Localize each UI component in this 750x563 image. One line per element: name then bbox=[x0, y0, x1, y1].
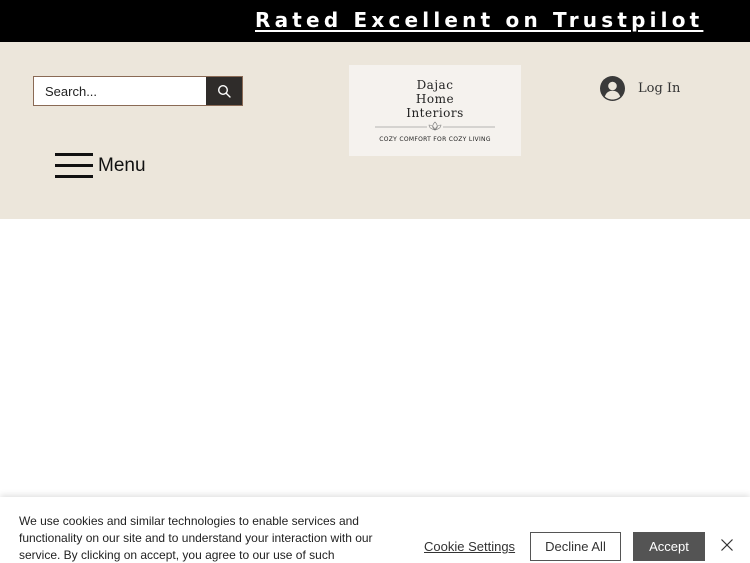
logo-text-line3: Interiors bbox=[406, 106, 464, 120]
trustpilot-link[interactable]: Rated Excellent on Trustpilot bbox=[255, 8, 703, 32]
logo-text-line1: Dajac bbox=[416, 78, 454, 92]
user-avatar-icon bbox=[600, 76, 625, 101]
search-button[interactable] bbox=[206, 77, 242, 105]
close-icon[interactable] bbox=[720, 538, 734, 552]
logo-tagline: COZY COMFORT FOR COZY LIVING bbox=[379, 136, 491, 143]
site-header: Dajac Home Interiors COZY COMFORT FOR CO… bbox=[0, 42, 750, 219]
login-button[interactable]: Log In bbox=[600, 76, 680, 101]
login-label: Log In bbox=[638, 81, 681, 96]
lotus-ornament-icon bbox=[375, 121, 495, 131]
menu-label: Menu bbox=[98, 155, 146, 176]
site-logo[interactable]: Dajac Home Interiors COZY COMFORT FOR CO… bbox=[349, 65, 521, 156]
search-icon bbox=[217, 84, 231, 98]
announcement-bar: Rated Excellent on Trustpilot bbox=[0, 0, 750, 42]
menu-button[interactable]: Menu bbox=[55, 153, 146, 179]
search-input[interactable] bbox=[34, 77, 206, 105]
decline-all-button[interactable]: Decline All bbox=[530, 532, 621, 561]
cookie-message: We use cookies and similar technologies … bbox=[19, 514, 373, 562]
search-bar bbox=[33, 76, 243, 106]
logo-text-line2: Home bbox=[415, 92, 455, 106]
hamburger-icon bbox=[55, 153, 93, 178]
accept-button[interactable]: Accept bbox=[633, 532, 705, 561]
cookie-banner: We use cookies and similar technologies … bbox=[0, 497, 750, 563]
cookie-settings-link[interactable]: Cookie Settings bbox=[424, 539, 515, 554]
